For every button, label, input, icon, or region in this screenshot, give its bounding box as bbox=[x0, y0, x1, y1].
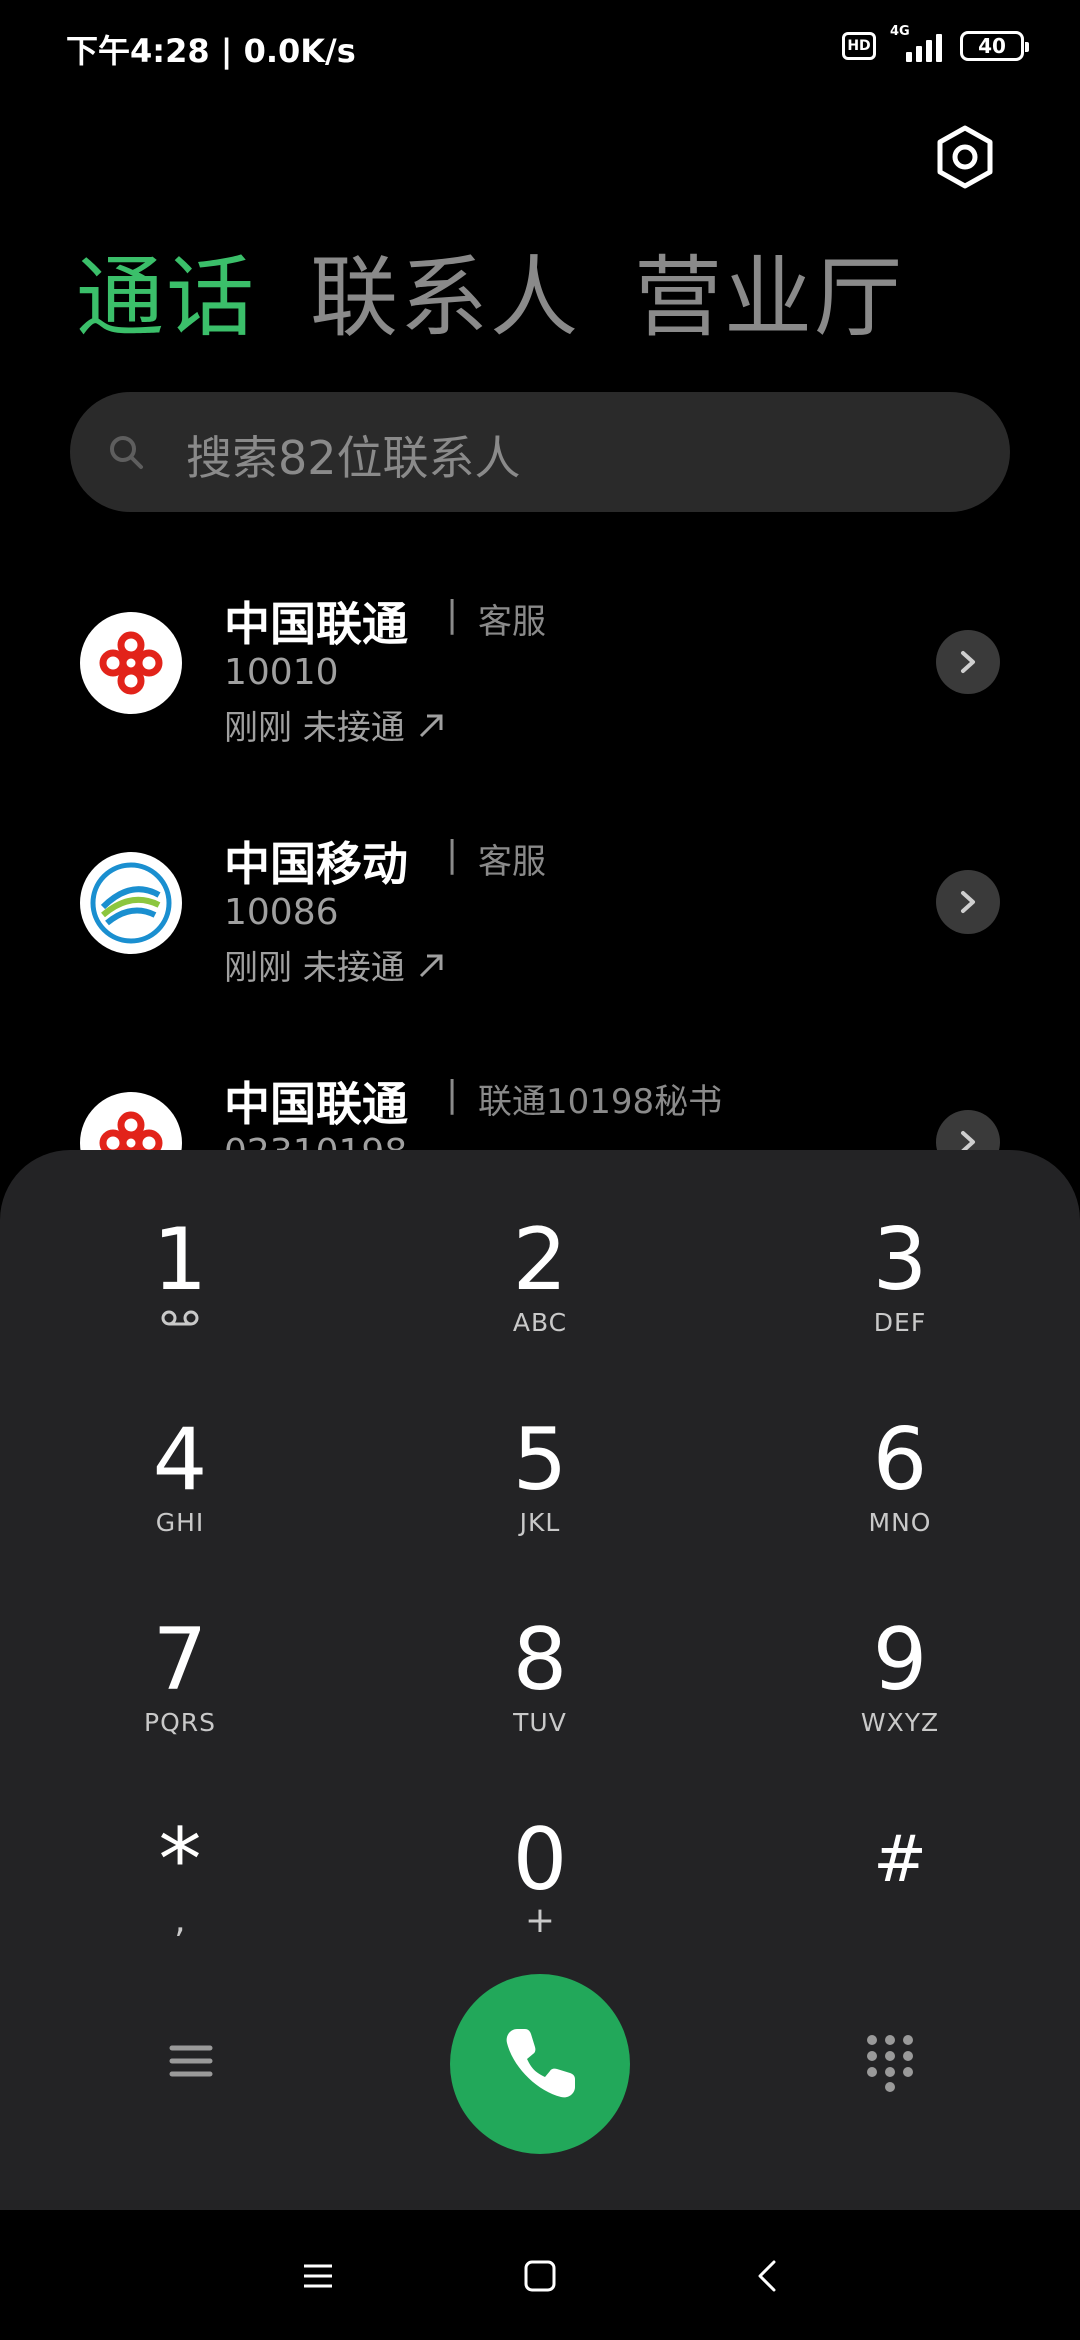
call-status: 刚刚 未接通 bbox=[224, 700, 447, 749]
key-letters: TUV bbox=[513, 1708, 567, 1737]
dial-actions bbox=[0, 1974, 1080, 2154]
key-letters: ABC bbox=[512, 1308, 568, 1337]
call-status-text: 刚刚 未接通 bbox=[224, 948, 405, 988]
search-icon bbox=[110, 436, 143, 469]
battery-level: 40 bbox=[978, 34, 1006, 58]
key-digit: # bbox=[873, 1823, 927, 1897]
dialer-screen: 下午4:28 | 0.0K/s HD 4G 40 通话 联系人 营业厅 搜索82… bbox=[0, 0, 1080, 2340]
dial-key-8[interactable]: 8 TUV bbox=[430, 1612, 650, 1762]
keypad-icon[interactable] bbox=[864, 2032, 916, 2092]
key-digit: 8 bbox=[512, 1610, 568, 1710]
call-number: 10010 bbox=[224, 652, 339, 693]
call-status: 刚刚 未接通 bbox=[224, 940, 447, 989]
dial-key-4[interactable]: 4 GHI bbox=[70, 1412, 290, 1562]
key-digit: 2 bbox=[512, 1210, 568, 1310]
avatar bbox=[80, 612, 182, 714]
tab-calls[interactable]: 通话 bbox=[76, 246, 256, 350]
status-bar: 下午4:28 | 0.0K/s HD 4G 40 bbox=[0, 0, 1080, 96]
china-mobile-logo bbox=[90, 862, 172, 944]
status-time: 下午4:28 | 0.0K/s bbox=[66, 32, 356, 70]
call-number: 10086 bbox=[224, 892, 339, 933]
china-unicom-logo bbox=[99, 631, 163, 695]
home-icon[interactable] bbox=[520, 2256, 560, 2296]
tab-contacts[interactable]: 联系人 bbox=[310, 246, 580, 350]
call-tag: 联通10198秘书 bbox=[478, 1082, 723, 1122]
outgoing-arrow-icon bbox=[419, 714, 443, 737]
tab-service-hall[interactable]: 营业厅 bbox=[634, 246, 904, 350]
search-bar[interactable]: 搜索82位联系人 bbox=[70, 392, 1010, 512]
key-letters: , bbox=[174, 1900, 186, 1941]
settings-button[interactable] bbox=[930, 122, 1000, 192]
dial-key-1[interactable]: 1 bbox=[70, 1212, 290, 1362]
call-button[interactable] bbox=[450, 1974, 630, 2154]
call-name: 中国移动 bbox=[224, 837, 408, 891]
network-type: 4G bbox=[890, 24, 910, 39]
recents-icon[interactable] bbox=[298, 2256, 338, 2296]
key-letters: WXYZ bbox=[860, 1708, 940, 1737]
call-log-item[interactable]: 中国联通 | 客服 10010 刚刚 未接通 bbox=[0, 560, 1080, 800]
top-tabs: 通话 联系人 营业厅 bbox=[76, 246, 904, 350]
back-icon[interactable] bbox=[748, 2256, 788, 2296]
separator: | bbox=[446, 594, 459, 635]
voicemail-icon bbox=[161, 1310, 199, 1326]
status-icons: HD 4G 40 bbox=[842, 24, 1029, 62]
outgoing-arrow-icon bbox=[419, 954, 443, 977]
key-letters: DEF bbox=[873, 1308, 927, 1337]
avatar bbox=[80, 852, 182, 954]
dial-key-7[interactable]: 7 PQRS bbox=[70, 1612, 290, 1762]
call-tag: 客服 bbox=[478, 602, 546, 642]
key-digit: 3 bbox=[872, 1210, 928, 1310]
settings-hexagon-icon bbox=[937, 125, 993, 189]
key-digit: 4 bbox=[152, 1410, 208, 1510]
key-digit: 7 bbox=[152, 1610, 208, 1710]
key-letters: JKL bbox=[519, 1508, 561, 1537]
call-detail-button[interactable] bbox=[936, 870, 1000, 934]
dial-key-9[interactable]: 9 WXYZ bbox=[790, 1612, 1010, 1762]
phone-icon bbox=[506, 2029, 575, 2098]
battery-icon: 40 bbox=[960, 31, 1029, 61]
call-status-text: 刚刚 未接通 bbox=[224, 708, 405, 748]
call-name: 中国联通 bbox=[224, 597, 408, 651]
hd-icon: HD bbox=[842, 32, 876, 60]
call-tag: 客服 bbox=[478, 842, 546, 882]
signal-icon: 4G bbox=[890, 24, 942, 62]
key-digit: 1 bbox=[152, 1210, 208, 1310]
separator: | bbox=[446, 1074, 459, 1115]
call-name: 中国联通 bbox=[224, 1077, 408, 1131]
key-digit: * bbox=[158, 1810, 202, 1910]
key-digit: 6 bbox=[872, 1410, 928, 1510]
call-detail-button[interactable] bbox=[936, 630, 1000, 694]
dial-key-5[interactable]: 5 JKL bbox=[430, 1412, 650, 1562]
key-letters: MNO bbox=[868, 1508, 932, 1537]
chevron-right-icon bbox=[961, 891, 975, 913]
search-placeholder: 搜索82位联系人 bbox=[186, 431, 521, 485]
key-letters: + bbox=[524, 1900, 556, 1941]
dial-key-star[interactable]: * , bbox=[70, 1812, 290, 1962]
dial-key-3[interactable]: 3 DEF bbox=[790, 1212, 1010, 1362]
dial-key-6[interactable]: 6 MNO bbox=[790, 1412, 1010, 1562]
dial-key-0[interactable]: 0 + bbox=[430, 1812, 650, 1962]
call-log-item[interactable]: 中国移动 | 客服 10086 刚刚 未接通 bbox=[0, 800, 1080, 1040]
key-digit: 0 bbox=[512, 1810, 568, 1910]
key-letters: PQRS bbox=[144, 1708, 216, 1737]
key-digit: 9 bbox=[872, 1610, 928, 1710]
key-letters: GHI bbox=[155, 1508, 205, 1537]
dial-key-hash[interactable]: # bbox=[790, 1812, 1010, 1962]
separator: | bbox=[446, 834, 459, 875]
dial-key-2[interactable]: 2 ABC bbox=[430, 1212, 650, 1362]
chevron-right-icon bbox=[961, 651, 975, 673]
menu-icon[interactable] bbox=[166, 2036, 216, 2086]
system-nav-bar bbox=[0, 2210, 1080, 2340]
key-digit: 5 bbox=[512, 1410, 568, 1510]
